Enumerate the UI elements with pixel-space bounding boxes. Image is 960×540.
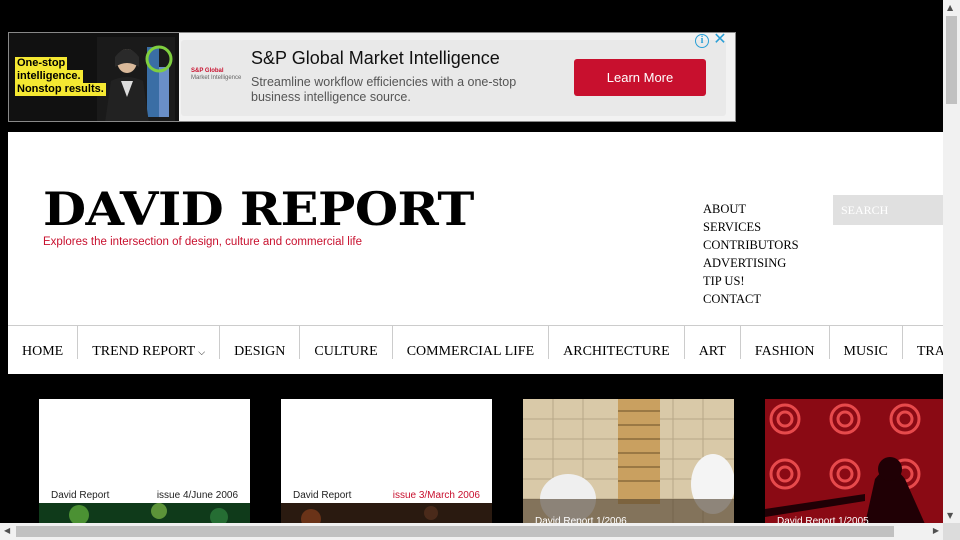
ad-title[interactable]: S&P Global Market Intelligence <box>251 48 500 69</box>
site-tagline: Explores the intersection of design, cul… <box>43 236 362 248</box>
nav-item-trend-report[interactable]: TREND REPORT ⌵ <box>78 326 221 359</box>
main-nav: HOME TREND REPORT ⌵ DESIGN CULTURE COMMER… <box>8 325 960 359</box>
top-link-about[interactable]: ABOUT <box>703 200 799 218</box>
scroll-down-icon[interactable]: ▼ <box>947 511 953 520</box>
nav-item-commercial-life[interactable]: COMMERCIAL LIFE <box>393 326 550 359</box>
nav-item-art[interactable]: ART <box>685 326 741 359</box>
thumbnail-issue: issue 3/March 2006 <box>392 490 480 501</box>
search-input[interactable] <box>833 195 945 225</box>
ad-person-illustration <box>97 37 175 121</box>
thumbnail-image <box>281 503 492 524</box>
site-header: DAVID REPORT Explores the intersection o… <box>8 132 960 374</box>
nav-item-home[interactable]: HOME <box>8 326 79 359</box>
thumbnail-issue-3-2006[interactable]: David Report issue 3/March 2006 <box>281 399 492 524</box>
chevron-down-icon: ⌵ <box>198 347 206 357</box>
thumbnail-image <box>765 399 943 524</box>
horizontal-scrollbar[interactable]: ◀ ▶ <box>0 523 943 540</box>
thumbnail-caption: David Report <box>51 490 110 501</box>
nav-item-culture[interactable]: CULTURE <box>300 326 393 359</box>
scroll-up-icon[interactable]: ▲ <box>947 3 953 12</box>
ad-banner[interactable]: One-stop intelligence. Nonstop results. … <box>8 32 736 122</box>
top-link-services[interactable]: SERVICES <box>703 218 799 236</box>
nav-item-fashion[interactable]: FASHION <box>741 326 830 359</box>
top-link-tip-us[interactable]: TIP US! <box>703 272 799 290</box>
ad-slogan: One-stop intelligence. Nonstop results. <box>15 57 106 96</box>
ad-image[interactable]: One-stop intelligence. Nonstop results. <box>9 33 179 121</box>
top-links: ABOUT SERVICES CONTRIBUTORS ADVERTISING … <box>703 200 799 308</box>
top-link-contributors[interactable]: CONTRIBUTORS <box>703 236 799 254</box>
top-link-contact[interactable]: CONTACT <box>703 290 799 308</box>
vertical-scroll-thumb[interactable] <box>946 16 957 104</box>
thumbnail-caption: David Report <box>293 490 352 501</box>
site-logo[interactable]: DAVID REPORT <box>43 182 474 236</box>
ad-info-icon[interactable]: i <box>695 34 709 48</box>
scroll-left-icon[interactable]: ◀ <box>4 526 10 535</box>
thumbnail-issue-4-2006[interactable]: David Report issue 4/June 2006 <box>39 399 250 524</box>
nav-item-music[interactable]: MUSIC <box>830 326 903 359</box>
thumbnail-issue-1-2006[interactable]: David Report 1/2006 <box>523 399 734 524</box>
thumbnail-image <box>39 503 250 524</box>
nav-item-design[interactable]: DESIGN <box>220 326 301 359</box>
ad-logo: S&P Global Market Intelligence <box>191 68 242 81</box>
scrollbar-corner <box>943 523 960 540</box>
thumbnail-issue: issue 4/June 2006 <box>156 490 238 501</box>
nav-item-architecture[interactable]: ARCHITECTURE <box>549 326 685 359</box>
thumbnail-issue-1-2005[interactable]: David Report 1/2005 <box>765 399 943 524</box>
horizontal-scroll-thumb[interactable] <box>16 526 894 537</box>
ad-description: Streamline workflow efficiencies with a … <box>251 75 517 104</box>
vertical-scrollbar[interactable]: ▲ ▼ <box>943 0 960 523</box>
top-link-advertising[interactable]: ADVERTISING <box>703 254 799 272</box>
scroll-right-icon[interactable]: ▶ <box>933 526 939 535</box>
ad-close-icon[interactable]: ✕ <box>713 33 727 48</box>
learn-more-button[interactable]: Learn More <box>574 59 706 96</box>
ad-content[interactable]: S&P Global Market Intelligence S&P Globa… <box>181 40 726 116</box>
thumbnail-image <box>523 399 734 524</box>
